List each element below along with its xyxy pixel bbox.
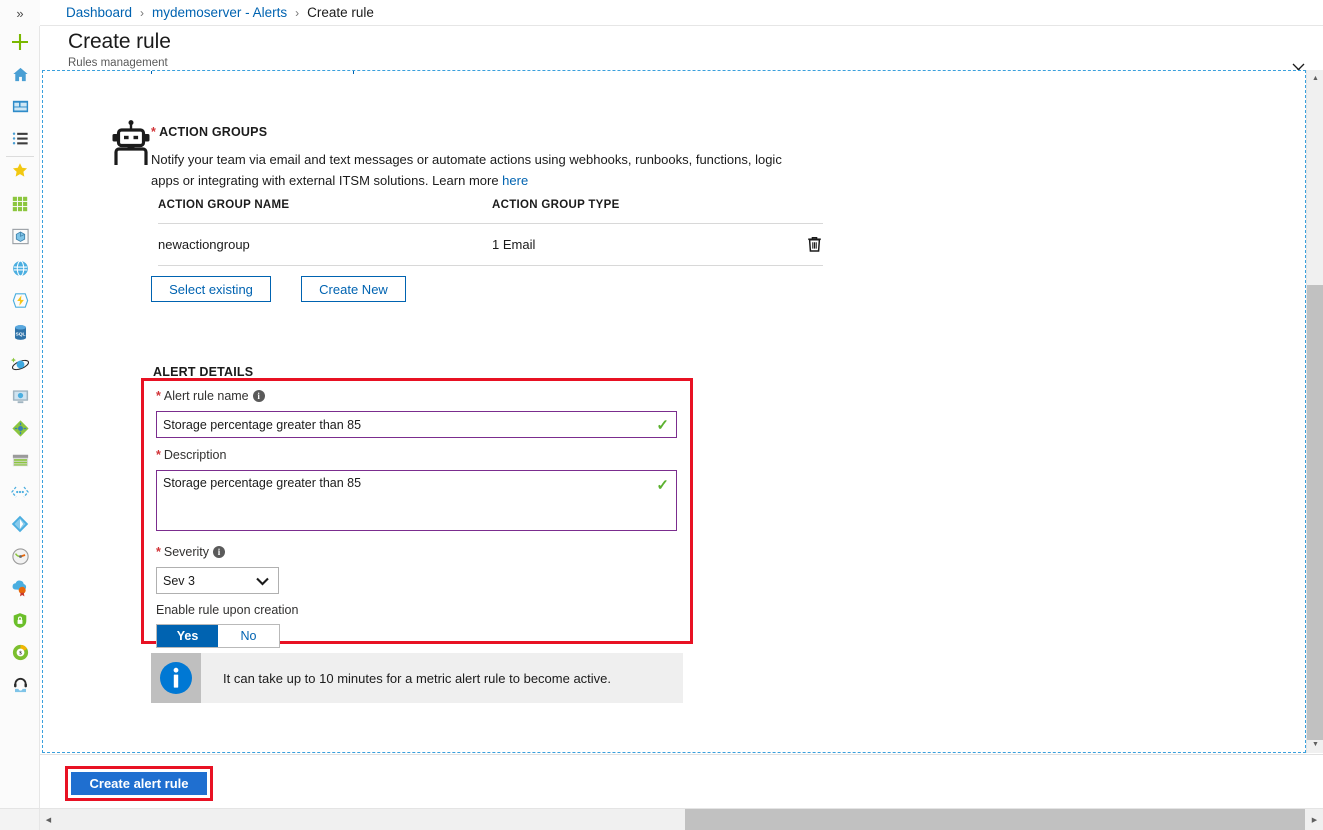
required-marker: * <box>151 125 157 139</box>
all-services-icon[interactable] <box>0 122 40 154</box>
scroll-down-button[interactable]: ▼ <box>1307 736 1323 753</box>
all-resources-icon[interactable] <box>0 188 40 220</box>
horizontal-scrollbar-thumb[interactable] <box>685 809 1305 830</box>
cell-action-group-name: newactiongroup <box>158 237 250 252</box>
table-row: newactiongroup 1 Email <box>158 224 823 266</box>
favorites-star-icon[interactable] <box>0 154 40 186</box>
alert-details-panel: *Alert rule namei ✓ *Description ✓ *Seve… <box>141 378 693 648</box>
create-new-action-group-button[interactable]: Create New <box>301 276 406 302</box>
help-support-icon[interactable] <box>0 668 40 700</box>
load-balancers-icon[interactable] <box>0 412 40 444</box>
virtual-networks-icon[interactable] <box>0 476 40 508</box>
scroll-up-button[interactable]: ▲ <box>1307 70 1323 87</box>
scroll-left-button[interactable]: ◀ <box>40 809 57 830</box>
alert-rule-name-label-text: Alert rule name <box>163 389 249 403</box>
alert-rule-name-label: * Alert rule name i <box>156 389 265 403</box>
dashboard-icon[interactable] <box>0 90 40 122</box>
blade-header: Create rule Rules management <box>40 26 1323 75</box>
vertical-scrollbar-thumb[interactable] <box>1307 285 1323 740</box>
create-alert-rule-highlight: Create alert rule <box>65 766 213 801</box>
info-icon <box>160 662 192 694</box>
create-alert-rule-button[interactable]: Create alert rule <box>71 772 207 795</box>
required-marker: * <box>156 545 161 559</box>
cost-management-icon[interactable]: $ <box>0 636 40 668</box>
breadcrumb-item-create-rule: Create rule <box>307 5 374 20</box>
action-groups-section-label: * ACTION GROUPS <box>151 125 267 139</box>
storage-accounts-icon[interactable] <box>0 444 40 476</box>
info-icon-container <box>151 653 201 703</box>
breadcrumb: Dashboard › mydemoserver - Alerts › Crea… <box>40 0 1323 26</box>
required-marker: * <box>156 448 161 462</box>
severity-select[interactable]: Sev 0Sev 1Sev 2Sev 3Sev 4 <box>156 567 279 594</box>
horizontal-scrollbar[interactable]: ◀ ▶ <box>40 808 1323 830</box>
valid-check-icon: ✓ <box>656 477 669 494</box>
enable-rule-label: Enable rule upon creation <box>156 603 299 617</box>
tab-underline-remnant <box>151 71 354 74</box>
blade-action-bar: Create alert rule <box>40 754 1323 808</box>
severity-label: * Severity i <box>156 545 226 559</box>
enable-rule-no-option[interactable]: No <box>218 625 279 647</box>
action-group-buttons: Select existing Create New <box>151 276 406 302</box>
app-services-icon[interactable] <box>0 252 40 284</box>
alert-details-section-label: ALERT DETAILS <box>153 365 254 379</box>
alert-rule-name-input[interactable] <box>156 411 677 438</box>
description-label-text: Description <box>163 448 227 462</box>
column-header-action-group-name: ACTION GROUP NAME <box>158 199 290 211</box>
delete-action-group-icon[interactable] <box>782 236 822 253</box>
select-existing-button[interactable]: Select existing <box>151 276 271 302</box>
blade-content-scroll-area: * ACTION GROUPS Notify your team via emai… <box>42 70 1306 753</box>
required-marker: * <box>156 389 161 403</box>
action-groups-description-text: Notify your team via email and text mess… <box>151 152 782 189</box>
enable-rule-yes-option[interactable]: Yes <box>157 625 218 647</box>
monitor-icon[interactable] <box>0 540 40 572</box>
function-apps-icon[interactable] <box>0 284 40 316</box>
scroll-right-button[interactable]: ▶ <box>1306 809 1323 830</box>
description-label: * Description <box>156 448 226 462</box>
expand-sidebar-button[interactable]: » <box>0 0 40 26</box>
breadcrumb-item-dashboard[interactable]: Dashboard <box>66 5 132 20</box>
breadcrumb-separator: › <box>140 5 145 20</box>
action-groups-label-text: ACTION GROUPS <box>159 125 268 139</box>
home-icon[interactable] <box>0 58 40 90</box>
page-subtitle: Rules management <box>68 57 168 69</box>
learn-more-link[interactable]: here <box>502 173 528 188</box>
azure-cosmos-db-icon[interactable] <box>0 348 40 380</box>
description-textarea[interactable] <box>156 470 677 531</box>
severity-label-text: Severity <box>163 545 210 559</box>
vertical-scrollbar[interactable]: ▲ ▼ <box>1306 70 1323 753</box>
advisor-icon[interactable] <box>0 572 40 604</box>
cell-action-group-type: 1 Email <box>492 237 536 252</box>
info-banner: It can take up to 10 minutes for a metri… <box>151 653 683 703</box>
svg-text:SQL: SQL <box>15 331 25 337</box>
left-navigation-rail: » SQL $ <box>0 0 40 830</box>
enable-rule-toggle[interactable]: Yes No <box>156 624 280 648</box>
action-group-robot-icon <box>107 119 155 172</box>
table-header-row: ACTION GROUP NAME ACTION GROUP TYPE <box>158 199 823 224</box>
breadcrumb-separator: › <box>295 5 300 20</box>
info-banner-text: It can take up to 10 minutes for a metri… <box>223 670 612 686</box>
virtual-machines-icon[interactable] <box>0 380 40 412</box>
resource-groups-icon[interactable] <box>0 220 40 252</box>
info-icon[interactable]: i <box>213 545 226 558</box>
info-icon[interactable]: i <box>252 389 265 402</box>
security-center-icon[interactable] <box>0 604 40 636</box>
rail-bottom-stub <box>0 808 40 830</box>
valid-check-icon: ✓ <box>656 417 669 434</box>
create-resource-icon[interactable] <box>0 26 40 58</box>
column-header-action-group-type: ACTION GROUP TYPE <box>492 199 620 211</box>
breadcrumb-item-alerts[interactable]: mydemoserver - Alerts <box>152 5 287 20</box>
svg-text:$: $ <box>19 649 22 656</box>
action-groups-table: ACTION GROUP NAME ACTION GROUP TYPE newa… <box>158 199 823 266</box>
sql-databases-icon[interactable]: SQL <box>0 316 40 348</box>
page-title: Create rule <box>68 30 171 53</box>
azure-active-directory-icon[interactable] <box>0 508 40 540</box>
action-groups-description: Notify your team via email and text mess… <box>151 149 791 192</box>
